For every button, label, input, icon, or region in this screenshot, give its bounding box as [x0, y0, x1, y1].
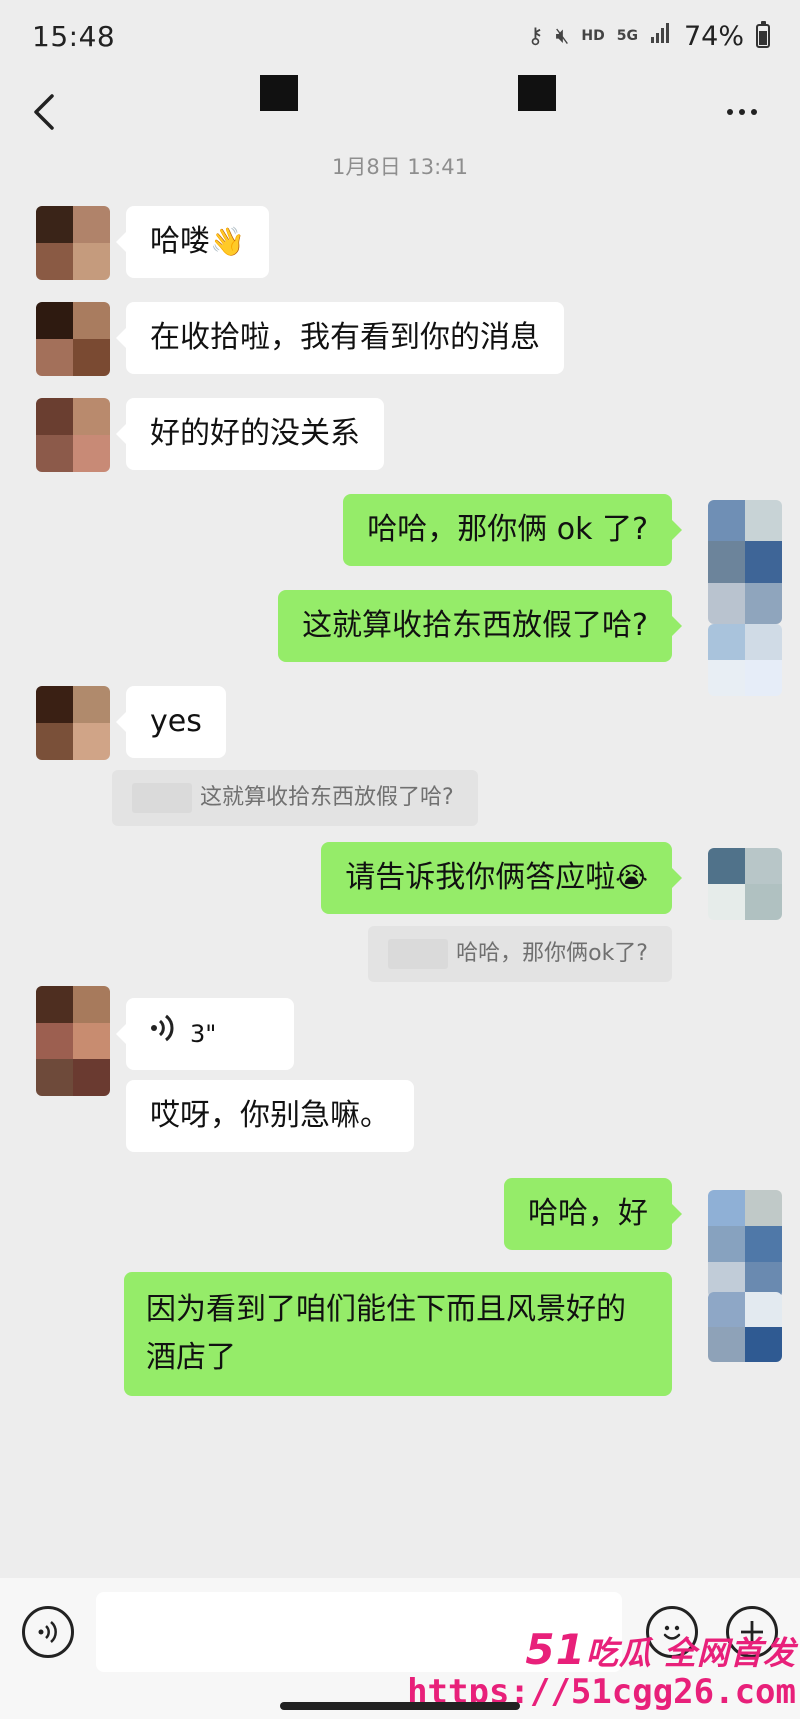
crying-face-emoji: 😭	[615, 861, 648, 894]
status-icons: ⚷ 🔇︎ HD 5G 74%	[527, 21, 770, 52]
voice-message[interactable]: 3"	[116, 998, 294, 1070]
watermark-number: 51	[525, 1625, 586, 1674]
redacted-title-part	[518, 75, 556, 111]
chevron-left-icon	[34, 94, 54, 130]
contact-avatar[interactable]	[36, 986, 110, 1096]
nav-bar	[0, 72, 800, 152]
message-text: 哈哈，那你俩 ok 了?	[367, 512, 648, 547]
back-button[interactable]	[4, 72, 84, 152]
network-label: 5G	[616, 28, 638, 44]
my-avatar-lower	[708, 624, 782, 696]
incoming-message[interactable]: 在收拾啦，我有看到你的消息	[116, 302, 564, 374]
chat-timestamp: 1月8日 13:41	[332, 155, 468, 179]
quote-text: 哈哈，那你俩ok了?	[456, 941, 648, 966]
contact-avatar[interactable]	[36, 206, 110, 280]
watermark-line1: 51吃瓜 全网首发	[407, 1625, 796, 1674]
message-text-line: 酒店了	[146, 1340, 236, 1375]
contact-avatar[interactable]	[36, 398, 110, 472]
incoming-message[interactable]: 哈喽👋	[116, 206, 269, 278]
my-avatar[interactable]	[708, 500, 782, 624]
key-icon: ⚷	[527, 23, 544, 49]
voice-duration: 3"	[190, 1020, 217, 1048]
my-avatar-lower	[708, 1292, 782, 1362]
voice-input-button[interactable]	[22, 1606, 74, 1658]
quoted-reply[interactable]: 哈哈，那你俩ok了?	[368, 926, 672, 982]
home-indicator[interactable]	[280, 1702, 520, 1710]
contact-avatar[interactable]	[36, 302, 110, 376]
dot	[727, 109, 733, 115]
more-button[interactable]	[702, 72, 782, 152]
message-text: 这就算收拾东西放假了哈?	[302, 608, 648, 643]
incoming-message[interactable]: 好的好的没关系	[116, 398, 384, 470]
voice-wave-icon	[150, 1011, 174, 1057]
redacted-title-part	[260, 75, 298, 111]
battery-percent: 74%	[683, 20, 744, 52]
signal-icon	[650, 22, 672, 50]
message-text: 哈哈，好	[528, 1196, 648, 1231]
watermark: 51吃瓜 全网首发 https://51cgg26.com	[407, 1625, 796, 1712]
status-bar: 15:48 ⚷ 🔇︎ HD 5G 74%	[0, 0, 800, 72]
outgoing-message[interactable]: 请告诉我你俩答应啦😭	[321, 842, 682, 914]
message-text: 好的好的没关系	[150, 416, 360, 451]
battery-icon	[756, 21, 770, 48]
message-text: 哈喽	[150, 224, 210, 259]
hd-label: HD	[581, 28, 605, 44]
watermark-text: 吃瓜 全网首发	[585, 1634, 796, 1672]
message-text-line: 因为看到了咱们能住下而且风景好的	[146, 1292, 626, 1327]
incoming-message[interactable]: 哎呀，你别急嘛。	[126, 1080, 414, 1152]
outgoing-message[interactable]: 哈哈，那你俩 ok 了?	[343, 494, 682, 566]
incoming-message[interactable]: yes	[116, 686, 226, 758]
my-avatar[interactable]	[708, 848, 782, 920]
outgoing-message[interactable]: 因为看到了咱们能住下而且风景好的 酒店了	[124, 1272, 672, 1396]
outgoing-message[interactable]: 哈哈，好	[504, 1178, 682, 1250]
status-time: 15:48	[32, 19, 116, 53]
waving-hand-emoji: 👋	[210, 225, 245, 258]
blurred-quote-author	[132, 783, 192, 813]
mute-icon: 🔇︎	[555, 23, 570, 49]
outgoing-message[interactable]: 这就算收拾东西放假了哈?	[278, 590, 682, 662]
message-text: 请告诉我你俩答应啦	[345, 860, 616, 895]
message-text: 哎呀，你别急嘛。	[150, 1098, 390, 1133]
dot	[751, 109, 757, 115]
blurred-quote-author	[388, 939, 449, 969]
voice-input-icon	[38, 1621, 57, 1643]
contact-avatar[interactable]	[36, 686, 110, 760]
message-text: yes	[150, 704, 202, 739]
chat-title	[260, 75, 556, 111]
quote-text: 这就算收拾东西放假了哈?	[200, 785, 454, 810]
my-avatar[interactable]	[708, 1190, 782, 1298]
quoted-reply[interactable]: 这就算收拾东西放假了哈?	[112, 770, 478, 826]
message-text: 在收拾啦，我有看到你的消息	[150, 320, 540, 355]
dot	[739, 109, 745, 115]
